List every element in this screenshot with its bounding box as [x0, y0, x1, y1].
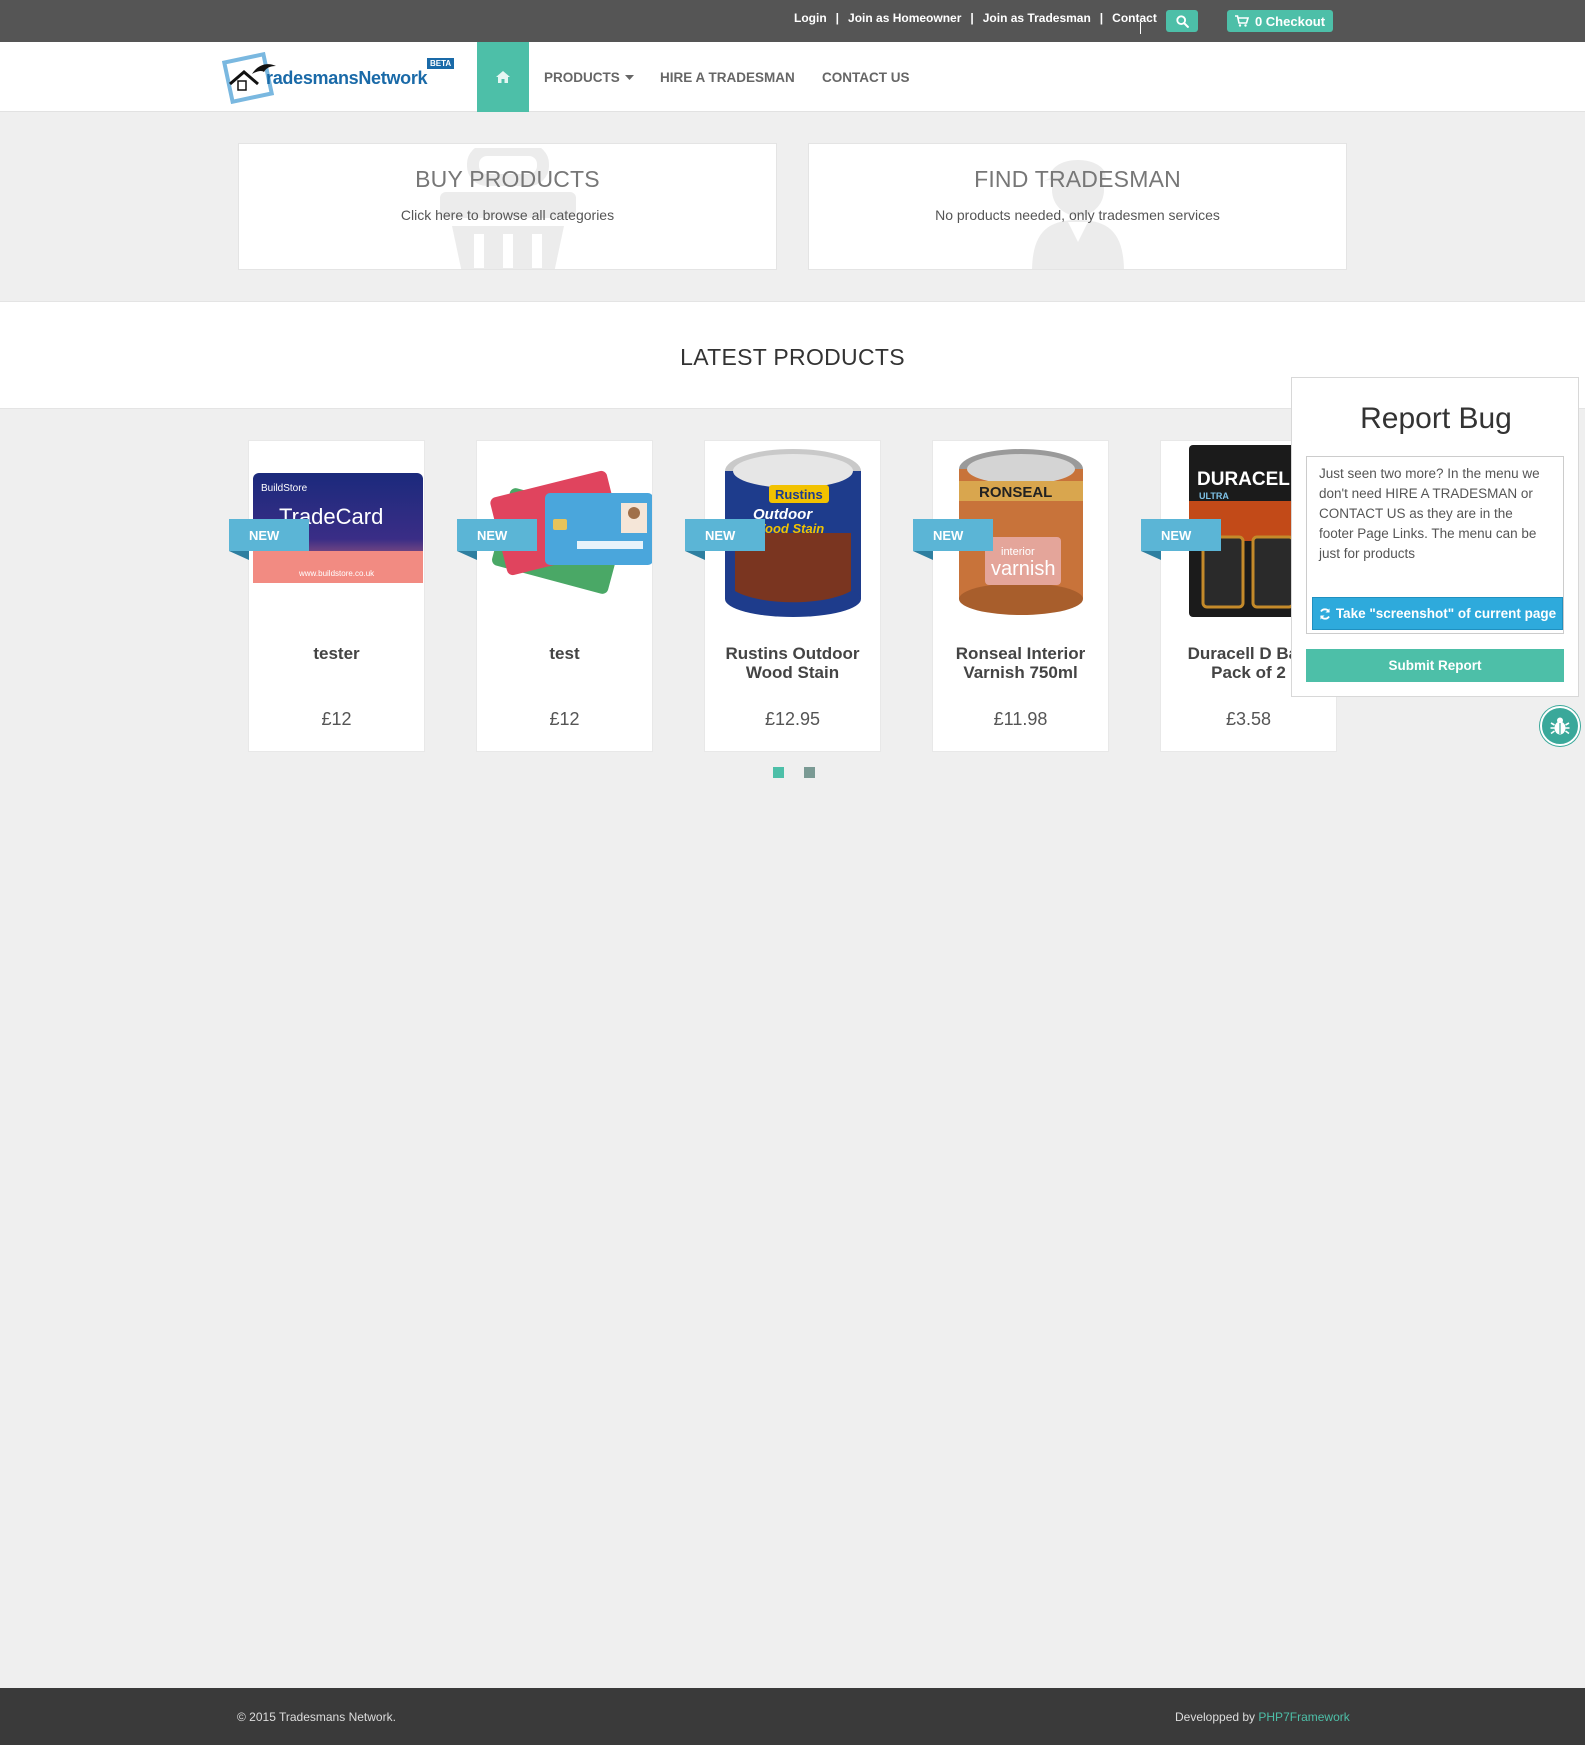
product-name[interactable]: tester	[255, 644, 418, 663]
product-card[interactable]: RONSEAL interior varnish NEW Ronseal Int…	[913, 440, 1109, 752]
top-bar: Login | Join as Homeowner | Join as Trad…	[0, 0, 1585, 42]
report-bug-title: Report Bug	[1360, 402, 1512, 435]
svg-text:RONSEAL: RONSEAL	[979, 484, 1052, 501]
new-badge: NEW	[913, 519, 993, 560]
home-icon	[496, 71, 510, 83]
product-price: £12.95	[764, 709, 821, 729]
find-tradesman-title: FIND TRADESMAN	[974, 166, 1181, 192]
report-bug-panel: Report Bug Just seen two more? In the me…	[1291, 377, 1579, 697]
product-card[interactable]: BuildStore TradeCard www.buildstore.co.u…	[229, 440, 425, 752]
beta-badge: BETA	[427, 58, 455, 69]
carousel-dot[interactable]	[804, 767, 815, 778]
bug-icon	[1550, 717, 1570, 735]
search-icon	[1175, 14, 1189, 28]
caret-down-icon	[624, 74, 634, 80]
join-homeowner-link[interactable]: Join as Homeowner	[848, 11, 961, 25]
product-card[interactable]: Rustins Outdoor Wood Stain NEW Rustins O…	[685, 440, 881, 752]
top-links: Login | Join as Homeowner | Join as Trad…	[794, 0, 1157, 36]
buy-products-card[interactable]: BUY PRODUCTS Click here to browse all ca…	[238, 143, 777, 270]
product-price: £11.98	[993, 709, 1048, 729]
product-name[interactable]: Ronseal Interior Varnish 750ml	[939, 644, 1102, 682]
svg-text:DURACELL: DURACELL	[1197, 469, 1302, 490]
new-badge: NEW	[1141, 519, 1221, 560]
logo-wordmark: radesmansNetwork	[266, 68, 428, 88]
footer-copyright: © 2015 Tradesmans Network.	[237, 1710, 396, 1724]
nav-hire-label: HIRE A TRADESMAN	[660, 69, 795, 85]
nav-hire-tradesman[interactable]: HIRE A TRADESMAN	[660, 42, 795, 112]
separator: |	[1099, 11, 1104, 25]
bug-report-toggle-button[interactable]	[1540, 706, 1580, 746]
svg-text:www.buildstore.co.uk: www.buildstore.co.uk	[298, 569, 375, 578]
site-logo[interactable]: radesmansNetwork BETA	[222, 52, 455, 104]
find-tradesman-subtitle: No products needed, only tradesmen servi…	[935, 207, 1220, 223]
product-name[interactable]: Rustins Outdoor Wood Stain	[711, 644, 874, 682]
new-badge: NEW	[229, 519, 309, 560]
login-link[interactable]: Login	[794, 11, 827, 25]
footer-developer: Developped by PHP7Framework	[1175, 1710, 1350, 1724]
checkout-label: 0 Checkout	[1254, 13, 1326, 29]
main-navbar: radesmansNetwork BETA PRODUCTS HIRE A TR…	[0, 42, 1585, 112]
carousel-pagination	[773, 767, 815, 778]
new-badge: NEW	[457, 519, 537, 560]
nav-contact-label: CONTACT US	[822, 69, 910, 85]
product-price: £12	[549, 709, 580, 729]
buy-products-subtitle: Click here to browse all categories	[400, 207, 615, 223]
search-button[interactable]	[1166, 10, 1198, 32]
svg-text:BuildStore: BuildStore	[261, 483, 308, 494]
contact-link[interactable]: Contact	[1112, 11, 1157, 25]
divider	[1140, 22, 1141, 34]
svg-text:ULTRA: ULTRA	[1199, 491, 1229, 501]
svg-text:Rustins: Rustins	[775, 487, 823, 502]
footer: © 2015 Tradesmans Network. Developped by…	[0, 1688, 1585, 1745]
nav-home-button[interactable]	[477, 42, 529, 112]
svg-text:varnish: varnish	[991, 558, 1055, 580]
submit-report-button[interactable]: Submit Report	[1306, 649, 1564, 682]
cart-icon	[1234, 15, 1249, 27]
product-card[interactable]: NEW test £12	[457, 440, 653, 752]
buy-products-title: BUY PRODUCTS	[415, 166, 600, 192]
take-screenshot-button[interactable]: Take "screenshot" of current page	[1312, 597, 1563, 630]
footer-dev-prefix: Developped by	[1175, 1710, 1259, 1724]
take-screenshot-label: Take "screenshot" of current page	[1335, 606, 1557, 621]
svg-text:interior: interior	[1001, 546, 1035, 558]
nav-products-label: PRODUCTS	[544, 69, 620, 85]
product-price: £12	[321, 709, 352, 729]
product-price: £3.58	[1225, 709, 1272, 729]
refresh-icon	[1319, 607, 1330, 620]
nav-products[interactable]: PRODUCTS	[544, 42, 634, 112]
latest-products-title: LATEST PRODUCTS	[680, 344, 905, 370]
join-tradesman-link[interactable]: Join as Tradesman	[983, 11, 1091, 25]
footer-dev-link[interactable]: PHP7Framework	[1258, 1710, 1349, 1724]
checkout-button[interactable]: 0 Checkout	[1227, 10, 1333, 32]
product-name[interactable]: test	[483, 644, 646, 663]
separator: |	[970, 11, 974, 25]
new-badge: NEW	[685, 519, 765, 560]
separator: |	[835, 11, 840, 25]
carousel-dot-active[interactable]	[773, 767, 784, 778]
find-tradesman-card[interactable]: FIND TRADESMAN No products needed, only …	[808, 143, 1347, 270]
nav-contact-us[interactable]: CONTACT US	[822, 42, 910, 112]
